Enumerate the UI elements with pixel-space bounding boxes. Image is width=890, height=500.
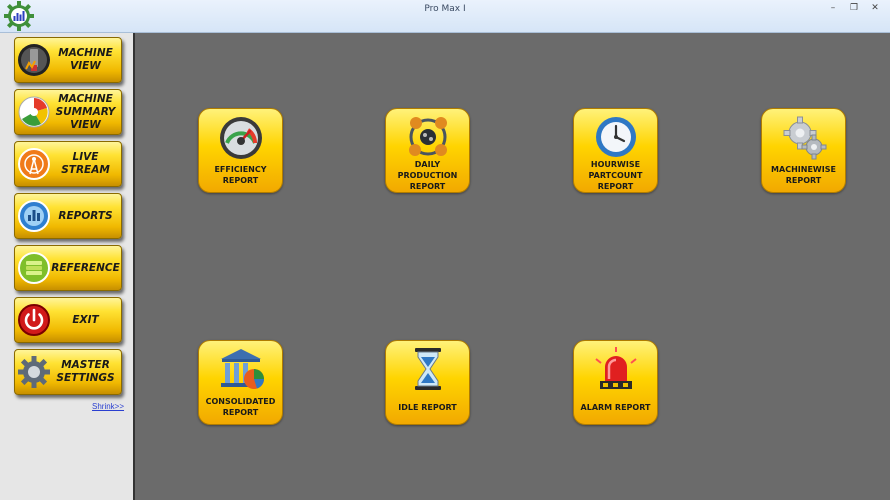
tile-label: HOURWISE PARTCOUNT REPORT xyxy=(588,159,643,191)
speedometer-icon xyxy=(220,117,262,159)
idle-report-tile[interactable]: IDLE REPORT xyxy=(385,340,470,425)
nav-label: REPORTS xyxy=(58,209,113,222)
clock-icon xyxy=(596,117,636,157)
close-button[interactable]: ✕ xyxy=(866,2,884,14)
tile-label: MACHINEWISE REPORT xyxy=(771,165,836,185)
tile-label: IDLE REPORT xyxy=(398,402,457,412)
tile-label: EFFICIENCY REPORT xyxy=(214,165,267,185)
gears-icon xyxy=(783,116,827,160)
nav-machine-view-button[interactable]: MACHINE VIEW xyxy=(14,37,122,83)
consolidated-report-tile[interactable]: CONSOLIDATED REPORT xyxy=(198,340,283,425)
nav-machine-summary-view-button[interactable]: MACHINE SUMMARY VIEW xyxy=(14,89,122,135)
tile-label: DAILY PRODUCTION REPORT xyxy=(397,159,458,191)
minimize-button[interactable]: – xyxy=(824,2,842,14)
shrink-link[interactable]: Shrink>> xyxy=(92,402,124,411)
nav-master-settings-button[interactable]: MASTER SETTINGS xyxy=(14,349,122,395)
nav-label: EXIT xyxy=(72,313,99,326)
bank-chart-icon xyxy=(221,349,264,389)
nav-label: MACHINE SUMMARY VIEW xyxy=(55,92,116,131)
reference-icon xyxy=(18,252,50,284)
daily-production-report-tile[interactable]: DAILY PRODUCTION REPORT xyxy=(385,108,470,193)
machinewise-report-tile[interactable]: MACHINEWISE REPORT xyxy=(761,108,846,193)
restore-button[interactable]: ❐ xyxy=(845,2,863,14)
nav-label: MASTER SETTINGS xyxy=(56,359,115,384)
gear-icon xyxy=(18,356,50,388)
main-panel: EFFICIENCY REPORT DAILY PRODUCTION REPOR… xyxy=(137,33,890,500)
reports-icon xyxy=(18,200,50,232)
title-bar: Pro Max I – ❐ ✕ xyxy=(0,0,890,33)
siren-icon xyxy=(595,347,637,389)
nav-label: MACHINE VIEW xyxy=(58,47,113,72)
window-title: Pro Max I xyxy=(424,4,466,14)
broadcast-tower-icon xyxy=(18,148,50,180)
nav-live-stream-button[interactable]: LIVE STREAM xyxy=(14,141,122,187)
power-icon xyxy=(18,304,50,336)
hourwise-partcount-report-tile[interactable]: HOURWISE PARTCOUNT REPORT xyxy=(573,108,658,193)
nav-label: LIVE STREAM xyxy=(61,151,110,176)
nav-label: REFERENCE xyxy=(51,261,120,274)
nav-reference-button[interactable]: REFERENCE xyxy=(14,245,122,291)
efficiency-report-tile[interactable]: EFFICIENCY REPORT xyxy=(198,108,283,193)
alarm-report-tile[interactable]: ALARM REPORT xyxy=(573,340,658,425)
hourglass-icon xyxy=(415,348,441,390)
nav-exit-button[interactable]: EXIT xyxy=(14,297,122,343)
tile-label: CONSOLIDATED REPORT xyxy=(205,397,276,417)
nav-reports-button[interactable]: REPORTS xyxy=(14,193,122,239)
tile-label: ALARM REPORT xyxy=(580,402,651,412)
machine-view-icon xyxy=(18,44,50,76)
sidebar: MACHINE VIEW MACHINE SUMMARY VIEW LIVE S… xyxy=(0,33,135,500)
summary-gauge-icon xyxy=(18,96,50,128)
production-cycle-icon xyxy=(409,117,447,156)
